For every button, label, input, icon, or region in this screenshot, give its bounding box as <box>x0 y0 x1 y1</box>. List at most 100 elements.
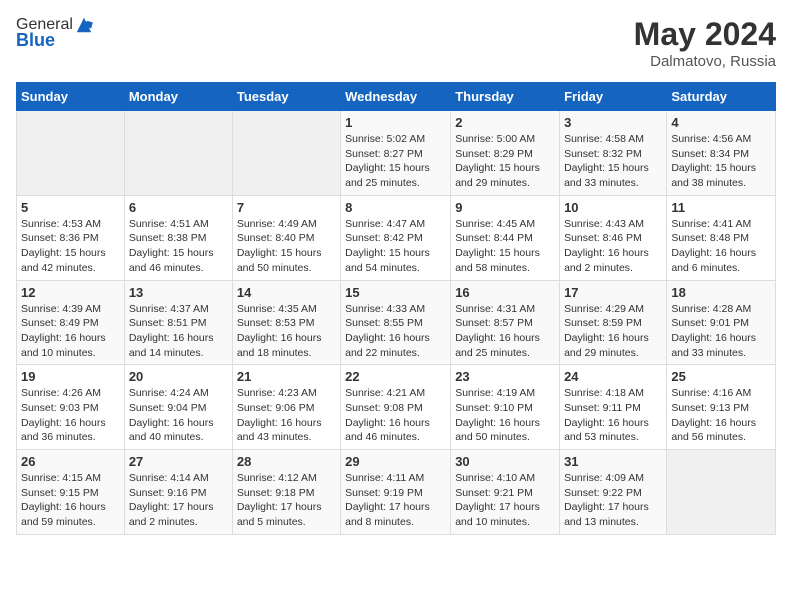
day-number: 4 <box>671 115 771 130</box>
day-info: Sunrise: 4:14 AMSunset: 9:16 PMDaylight:… <box>129 471 228 530</box>
day-info: Sunrise: 5:02 AMSunset: 8:27 PMDaylight:… <box>345 132 446 191</box>
calendar-cell: 7 Sunrise: 4:49 AMSunset: 8:40 PMDaylight… <box>232 195 340 280</box>
day-info: Sunrise: 4:33 AMSunset: 8:55 PMDaylight:… <box>345 302 446 361</box>
day-number: 5 <box>21 200 120 215</box>
calendar-cell <box>124 111 232 196</box>
day-number: 2 <box>455 115 555 130</box>
day-info: Sunrise: 4:58 AMSunset: 8:32 PMDaylight:… <box>564 132 662 191</box>
calendar-cell: 12 Sunrise: 4:39 AMSunset: 8:49 PMDayligh… <box>17 280 125 365</box>
calendar-cell: 31 Sunrise: 4:09 AMSunset: 9:22 PMDayligh… <box>560 450 667 535</box>
calendar-cell: 19 Sunrise: 4:26 AMSunset: 9:03 PMDayligh… <box>17 365 125 450</box>
week-row-1: 1 Sunrise: 5:02 AMSunset: 8:27 PMDaylight… <box>17 111 776 196</box>
calendar-cell: 4 Sunrise: 4:56 AMSunset: 8:34 PMDaylight… <box>667 111 776 196</box>
day-info: Sunrise: 4:56 AMSunset: 8:34 PMDaylight:… <box>671 132 771 191</box>
calendar-cell: 25 Sunrise: 4:16 AMSunset: 9:13 PMDayligh… <box>667 365 776 450</box>
day-info: Sunrise: 4:51 AMSunset: 8:38 PMDaylight:… <box>129 217 228 276</box>
calendar-cell: 6 Sunrise: 4:51 AMSunset: 8:38 PMDaylight… <box>124 195 232 280</box>
day-number: 22 <box>345 369 446 384</box>
header-friday: Friday <box>560 83 667 111</box>
day-number: 20 <box>129 369 228 384</box>
calendar-cell: 5 Sunrise: 4:53 AMSunset: 8:36 PMDaylight… <box>17 195 125 280</box>
calendar-cell: 26 Sunrise: 4:15 AMSunset: 9:15 PMDayligh… <box>17 450 125 535</box>
header-wednesday: Wednesday <box>341 83 451 111</box>
day-info: Sunrise: 4:21 AMSunset: 9:08 PMDaylight:… <box>345 386 446 445</box>
day-info: Sunrise: 4:24 AMSunset: 9:04 PMDaylight:… <box>129 386 228 445</box>
calendar-cell: 3 Sunrise: 4:58 AMSunset: 8:32 PMDaylight… <box>560 111 667 196</box>
calendar-cell: 2Sunrise: 5:00 AMSunset: 8:29 PMDaylight… <box>451 111 560 196</box>
day-info: Sunrise: 4:15 AMSunset: 9:15 PMDaylight:… <box>21 471 120 530</box>
header-saturday: Saturday <box>667 83 776 111</box>
day-info: Sunrise: 4:16 AMSunset: 9:13 PMDaylight:… <box>671 386 771 445</box>
calendar-cell: 22 Sunrise: 4:21 AMSunset: 9:08 PMDayligh… <box>341 365 451 450</box>
header-monday: Monday <box>124 83 232 111</box>
day-info: Sunrise: 4:23 AMSunset: 9:06 PMDaylight:… <box>237 386 336 445</box>
day-info: Sunrise: 4:12 AMSunset: 9:18 PMDaylight:… <box>237 471 336 530</box>
location-subtitle: Dalmatovo, Russia <box>634 53 776 70</box>
day-number: 1 <box>345 115 446 130</box>
day-number: 8 <box>345 200 446 215</box>
day-number: 24 <box>564 369 662 384</box>
day-info: Sunrise: 4:35 AMSunset: 8:53 PMDaylight:… <box>237 302 336 361</box>
month-title: May 2024 <box>634 16 776 53</box>
calendar-cell: 11 Sunrise: 4:41 AMSunset: 8:48 PMDayligh… <box>667 195 776 280</box>
calendar-cell: 29Sunrise: 4:11 AMSunset: 9:19 PMDayligh… <box>341 450 451 535</box>
day-number: 3 <box>564 115 662 130</box>
day-info: Sunrise: 4:43 AMSunset: 8:46 PMDaylight:… <box>564 217 662 276</box>
day-number: 28 <box>237 454 336 469</box>
title-block: May 2024 Dalmatovo, Russia <box>634 16 776 70</box>
calendar-cell: 27 Sunrise: 4:14 AMSunset: 9:16 PMDayligh… <box>124 450 232 535</box>
day-info: Sunrise: 4:18 AMSunset: 9:11 PMDaylight:… <box>564 386 662 445</box>
day-number: 27 <box>129 454 228 469</box>
calendar-cell: 21 Sunrise: 4:23 AMSunset: 9:06 PMDayligh… <box>232 365 340 450</box>
calendar-cell: 13 Sunrise: 4:37 AMSunset: 8:51 PMDayligh… <box>124 280 232 365</box>
calendar-cell: 8Sunrise: 4:47 AMSunset: 8:42 PMDaylight… <box>341 195 451 280</box>
day-info: Sunrise: 4:10 AMSunset: 9:21 PMDaylight:… <box>455 471 555 530</box>
calendar-cell: 14 Sunrise: 4:35 AMSunset: 8:53 PMDayligh… <box>232 280 340 365</box>
day-number: 19 <box>21 369 120 384</box>
calendar-cell: 28 Sunrise: 4:12 AMSunset: 9:18 PMDayligh… <box>232 450 340 535</box>
calendar-cell: 23 Sunrise: 4:19 AMSunset: 9:10 PMDayligh… <box>451 365 560 450</box>
day-number: 31 <box>564 454 662 469</box>
day-number: 7 <box>237 200 336 215</box>
day-number: 23 <box>455 369 555 384</box>
day-info: Sunrise: 4:29 AMSunset: 8:59 PMDaylight:… <box>564 302 662 361</box>
week-row-4: 19 Sunrise: 4:26 AMSunset: 9:03 PMDayligh… <box>17 365 776 450</box>
day-info: Sunrise: 4:41 AMSunset: 8:48 PMDaylight:… <box>671 217 771 276</box>
day-number: 25 <box>671 369 771 384</box>
day-number: 11 <box>671 200 771 215</box>
logo-icon <box>75 16 93 34</box>
week-row-5: 26 Sunrise: 4:15 AMSunset: 9:15 PMDayligh… <box>17 450 776 535</box>
header-thursday: Thursday <box>451 83 560 111</box>
day-info: Sunrise: 4:49 AMSunset: 8:40 PMDaylight:… <box>237 217 336 276</box>
calendar-cell: 24 Sunrise: 4:18 AMSunset: 9:11 PMDayligh… <box>560 365 667 450</box>
day-number: 17 <box>564 285 662 300</box>
day-info: Sunrise: 4:19 AMSunset: 9:10 PMDaylight:… <box>455 386 555 445</box>
day-number: 13 <box>129 285 228 300</box>
day-number: 14 <box>237 285 336 300</box>
day-info: Sunrise: 4:09 AMSunset: 9:22 PMDaylight:… <box>564 471 662 530</box>
calendar-cell: 9Sunrise: 4:45 AMSunset: 8:44 PMDaylight… <box>451 195 560 280</box>
calendar-table: SundayMondayTuesdayWednesdayThursdayFrid… <box>16 82 776 535</box>
calendar-header-row: SundayMondayTuesdayWednesdayThursdayFrid… <box>17 83 776 111</box>
calendar-cell: 20 Sunrise: 4:24 AMSunset: 9:04 PMDayligh… <box>124 365 232 450</box>
calendar-cell: 17 Sunrise: 4:29 AMSunset: 8:59 PMDayligh… <box>560 280 667 365</box>
calendar-cell: 30 Sunrise: 4:10 AMSunset: 9:21 PMDayligh… <box>451 450 560 535</box>
day-number: 10 <box>564 200 662 215</box>
day-info: Sunrise: 4:39 AMSunset: 8:49 PMDaylight:… <box>21 302 120 361</box>
day-number: 12 <box>21 285 120 300</box>
week-row-3: 12 Sunrise: 4:39 AMSunset: 8:49 PMDayligh… <box>17 280 776 365</box>
day-number: 30 <box>455 454 555 469</box>
day-number: 6 <box>129 200 228 215</box>
day-info: Sunrise: 4:26 AMSunset: 9:03 PMDaylight:… <box>21 386 120 445</box>
calendar-cell: 15Sunrise: 4:33 AMSunset: 8:55 PMDayligh… <box>341 280 451 365</box>
day-number: 21 <box>237 369 336 384</box>
calendar-cell: 1 Sunrise: 5:02 AMSunset: 8:27 PMDaylight… <box>341 111 451 196</box>
day-info: Sunrise: 4:37 AMSunset: 8:51 PMDaylight:… <box>129 302 228 361</box>
calendar-cell: 16Sunrise: 4:31 AMSunset: 8:57 PMDayligh… <box>451 280 560 365</box>
page-header: General Blue May 2024 Dalmatovo, Russia <box>16 16 776 70</box>
logo: General Blue <box>16 16 93 51</box>
day-number: 16 <box>455 285 555 300</box>
day-number: 29 <box>345 454 446 469</box>
day-info: Sunrise: 4:53 AMSunset: 8:36 PMDaylight:… <box>21 217 120 276</box>
day-number: 26 <box>21 454 120 469</box>
